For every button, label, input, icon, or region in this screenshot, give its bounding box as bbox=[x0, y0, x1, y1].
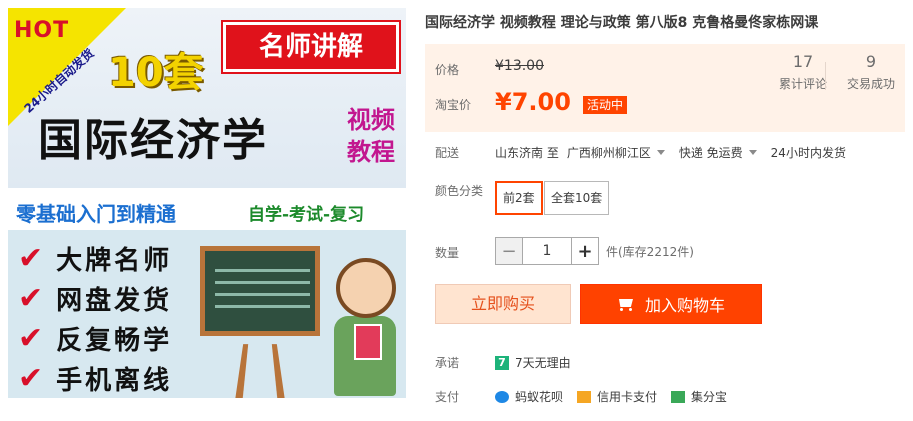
original-price: ¥13.00 bbox=[495, 58, 544, 74]
image-main-title: 国际经济学 bbox=[38, 115, 268, 166]
dispatch-time: 24小时内发货 bbox=[770, 146, 846, 160]
chalkboard-illustration bbox=[200, 246, 320, 336]
credit-card-icon bbox=[577, 390, 592, 403]
seven-day-return-icon: 7 bbox=[495, 355, 509, 370]
product-page: HOT 24小时自动发货 10套 名师讲解 国际经济学 视频教程 零基础入门到精… bbox=[0, 0, 913, 421]
quantity-label: 数量 bbox=[435, 246, 460, 260]
feature-item: ✔ 网盘发货 bbox=[18, 280, 172, 317]
hot-label: HOT bbox=[14, 18, 70, 43]
sku-option-selected[interactable]: 前2套 bbox=[495, 181, 543, 215]
feature-text: 网盘发货 bbox=[56, 286, 173, 316]
sales-stat: 9 交易成功 bbox=[839, 52, 903, 92]
feature-text: 手机离线 bbox=[56, 366, 173, 396]
promise-row: 承诺 7 7天无理由 bbox=[435, 354, 571, 371]
feature-item: ✔ 大牌名师 bbox=[18, 240, 172, 277]
video-tutorial-label: 视频教程 bbox=[347, 106, 395, 166]
check-icon: ✔ bbox=[18, 321, 47, 356]
teacher-face-illustration bbox=[336, 258, 396, 318]
quantity-input[interactable]: 1 bbox=[523, 237, 571, 265]
payment-method: 蚂蚁花呗 bbox=[515, 390, 564, 404]
ship-to-selector[interactable]: 广西柳州柳江区 bbox=[567, 144, 651, 161]
feature-item: ✔ 反复畅学 bbox=[18, 320, 172, 357]
promo-badge: 活动中 bbox=[583, 96, 628, 114]
set-count-label: 10套 bbox=[108, 50, 204, 96]
sku-option[interactable]: 全套10套 bbox=[544, 181, 610, 215]
increase-button[interactable]: + bbox=[571, 237, 599, 265]
check-icon: ✔ bbox=[18, 361, 47, 396]
sales-count: 9 bbox=[865, 52, 877, 71]
payment-method: 信用卡支付 bbox=[597, 390, 658, 404]
shipping-row: 配送 山东济南 至 广西柳州柳江区 快递 免运费 24小时内发货 bbox=[435, 144, 846, 161]
feature-text: 大牌名师 bbox=[56, 246, 173, 276]
shipping-label: 配送 bbox=[435, 146, 460, 160]
feature-text: 反复畅学 bbox=[56, 326, 173, 356]
book-illustration bbox=[354, 324, 382, 360]
banner-right-text: 自学-考试-复习 bbox=[248, 205, 365, 225]
jifenbao-icon bbox=[671, 390, 686, 403]
add-to-cart-label: 加入购物车 bbox=[644, 296, 725, 315]
shipping-method-selector[interactable]: 快递 免运费 bbox=[679, 144, 743, 161]
stat-divider bbox=[825, 62, 826, 90]
ship-from: 山东济南 至 bbox=[495, 146, 559, 160]
feature-item: ✔ 手机离线 bbox=[18, 360, 172, 397]
product-main-image[interactable]: HOT 24小时自动发货 10套 名师讲解 国际经济学 视频教程 零基础入门到精… bbox=[8, 8, 406, 398]
taobao-price-label: 淘宝价 bbox=[435, 98, 472, 112]
payment-row: 支付 蚂蚁花呗 信用卡支付 集分宝 bbox=[435, 388, 727, 405]
sku-row: 颜色分类 bbox=[435, 182, 495, 199]
payment-method: 集分宝 bbox=[691, 390, 728, 404]
payment-label: 支付 bbox=[435, 390, 460, 404]
promise-text[interactable]: 7天无理由 bbox=[515, 354, 571, 371]
banner-left-text: 零基础入门到精通 bbox=[16, 202, 176, 226]
add-to-cart-button[interactable]: 加入购物车 bbox=[580, 284, 762, 324]
check-icon: ✔ bbox=[18, 281, 47, 316]
decrease-button[interactable]: − bbox=[495, 237, 523, 265]
promise-label: 承诺 bbox=[435, 356, 460, 370]
check-icon: ✔ bbox=[18, 241, 47, 276]
chevron-down-icon[interactable] bbox=[748, 150, 757, 155]
chevron-down-icon[interactable] bbox=[656, 150, 665, 155]
price-label: 价格 bbox=[435, 63, 460, 77]
sales-label: 交易成功 bbox=[846, 77, 895, 91]
product-title: 国际经济学 视频教程 理论与政策 第八版8 克鲁格曼佟家栋网课 bbox=[425, 15, 819, 31]
cart-icon bbox=[617, 297, 635, 311]
sku-label: 颜色分类 bbox=[435, 184, 484, 198]
buy-now-button[interactable]: 立即购买 bbox=[435, 284, 571, 324]
stock-text: 件(库存2212件) bbox=[606, 245, 694, 259]
famous-teacher-badge: 名师讲解 bbox=[223, 22, 399, 72]
current-price: ¥7.00 bbox=[495, 88, 571, 116]
quantity-row: 数量 bbox=[435, 244, 495, 261]
easel-illustration bbox=[235, 344, 285, 398]
huabei-icon bbox=[495, 390, 509, 403]
price-panel: 价格 ¥13.00 淘宝价 ¥7.00 活动中 17 累计评论 9 交易成功 bbox=[425, 44, 905, 132]
quantity-stepper: − 1 + bbox=[495, 237, 599, 265]
